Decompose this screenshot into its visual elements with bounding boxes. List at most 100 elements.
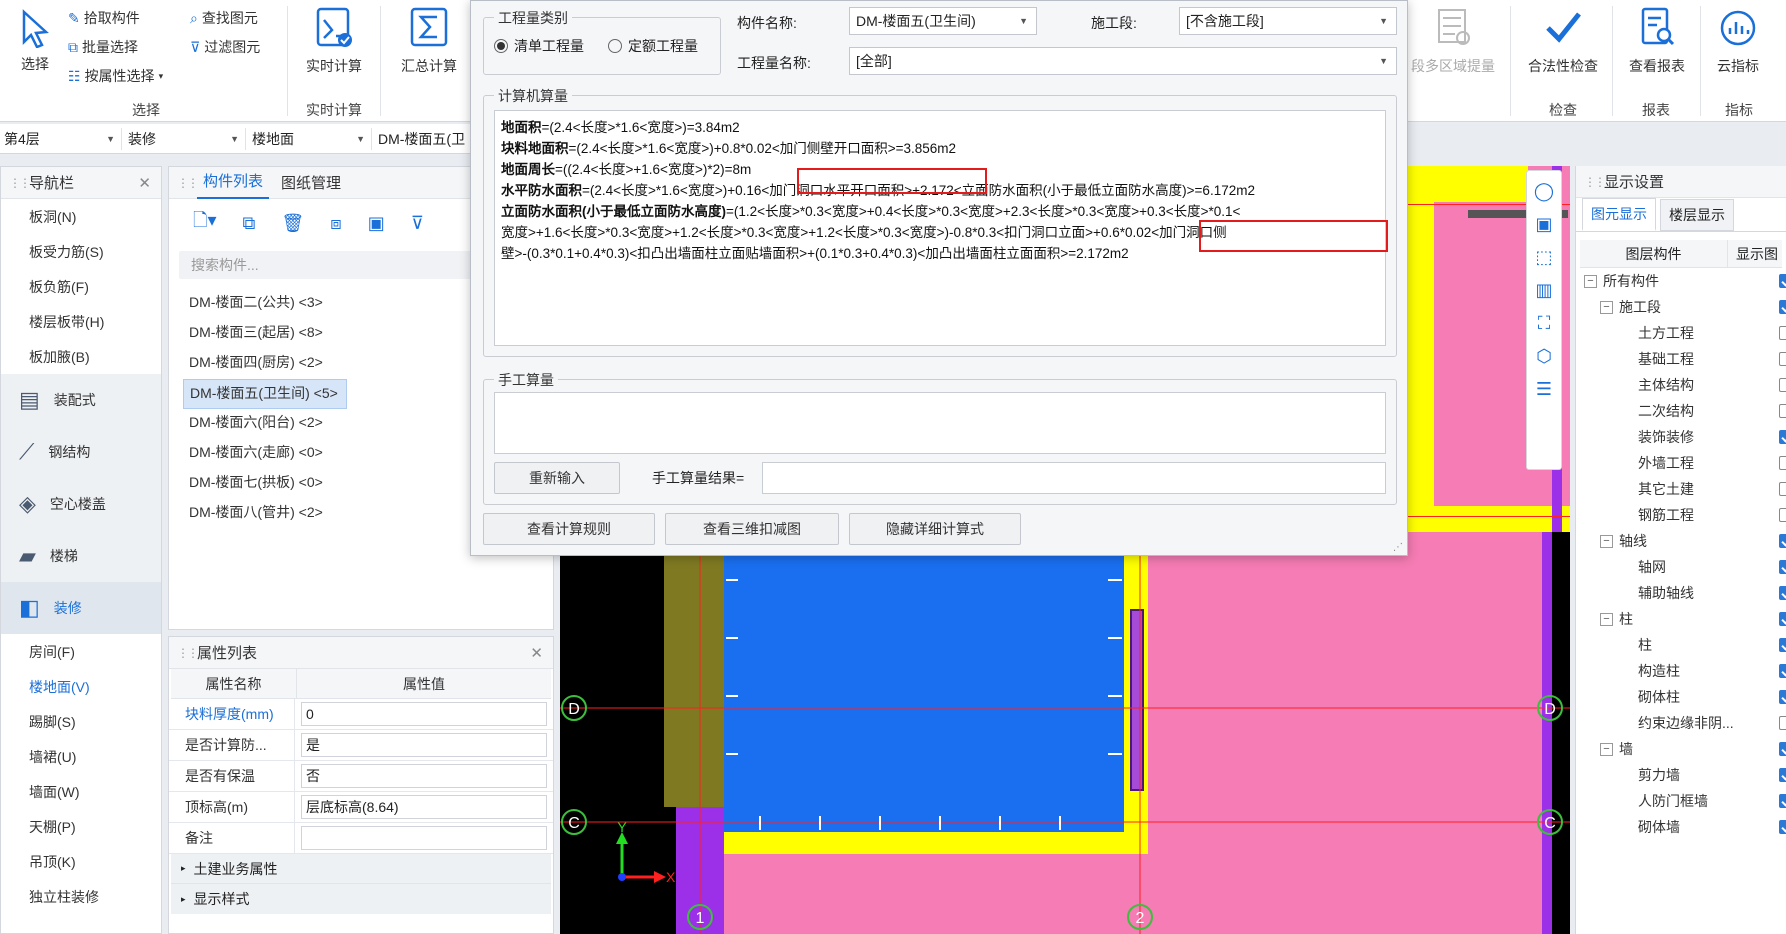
nav-item[interactable]: 吊顶(K) [1, 844, 161, 879]
cloud-index-button[interactable]: 云指标 [1706, 6, 1770, 76]
copy-floor-icon[interactable]: ⧈ [330, 213, 341, 234]
delete-icon[interactable]: 🗑 [281, 213, 304, 234]
tab-drawing-manage[interactable]: 图纸管理 [269, 172, 353, 193]
cube-solid-icon[interactable]: ▥ [1535, 280, 1552, 301]
floor-dropdown[interactable]: 第4层 ▼ [0, 128, 122, 150]
visibility-checkbox[interactable] [1779, 742, 1786, 756]
tree-row[interactable]: − 柱 [1584, 606, 1786, 632]
visibility-checkbox[interactable] [1779, 794, 1786, 808]
orbit-icon[interactable]: ◯ [1534, 181, 1554, 202]
tree-row[interactable]: − 所有构件 [1584, 268, 1786, 294]
view-3d-deduction-button[interactable]: 查看三维扣减图 [665, 513, 839, 545]
tree-row[interactable]: 砌体柱 [1584, 684, 1786, 710]
nav-item[interactable]: 独立柱装修 [1, 879, 161, 914]
tree-row[interactable]: − 墙 [1584, 736, 1786, 762]
select-tool-button[interactable]: 选择 [10, 8, 60, 74]
visibility-checkbox[interactable] [1779, 456, 1786, 470]
qty-name-dropdown[interactable]: [全部] ▼ [849, 47, 1397, 75]
cube-view-icon[interactable]: ⬚ [1535, 247, 1552, 268]
tab-element-display[interactable]: 图元显示 [1582, 198, 1656, 231]
grip-icon[interactable]: ⋮⋮ [1584, 175, 1606, 189]
collapse-icon[interactable]: − [1600, 742, 1613, 756]
nav-item[interactable]: 墙面(W) [1, 774, 161, 809]
visibility-checkbox[interactable] [1779, 612, 1786, 626]
visibility-checkbox[interactable] [1779, 404, 1786, 418]
visibility-checkbox[interactable] [1779, 690, 1786, 704]
tree-row[interactable]: 人防门框墙 [1584, 788, 1786, 814]
list-view-icon[interactable]: ☰ [1536, 379, 1552, 400]
tree-row[interactable]: 二次结构 [1584, 398, 1786, 424]
view-3d-icon[interactable]: ▣ [1535, 214, 1552, 235]
grip-icon[interactable]: ⋮⋮ [177, 176, 199, 190]
category-dropdown[interactable]: 装修 ▼ [124, 128, 246, 150]
tab-floor-display[interactable]: 楼层显示 [1660, 199, 1734, 231]
visibility-checkbox[interactable] [1779, 378, 1786, 392]
filter-icon[interactable]: ⊽ [411, 213, 424, 234]
view-calc-rules-button[interactable]: 查看计算规则 [483, 513, 655, 545]
component-name-dropdown[interactable]: DM-楼面五(卫生间) ▼ [849, 7, 1037, 35]
visibility-checkbox[interactable] [1779, 638, 1786, 652]
view-report-button[interactable]: 查看报表 [1620, 6, 1694, 76]
tab-component-list[interactable]: 构件列表 [197, 167, 270, 199]
prop-value-field[interactable] [301, 826, 547, 850]
visibility-checkbox[interactable] [1779, 508, 1786, 522]
realtime-calc-button[interactable]: 实时计算 [298, 6, 370, 76]
prop-group-civil[interactable]: ▸ 土建业务属性 [171, 854, 551, 884]
nav-category-prefab[interactable]: ▤ 装配式 [1, 374, 161, 426]
nav-item[interactable]: 房间(F) [1, 634, 161, 669]
tree-row[interactable]: − 施工段 [1584, 294, 1786, 320]
close-icon[interactable]: ✕ [138, 174, 151, 192]
nav-item[interactable]: 墙裙(U) [1, 739, 161, 774]
tree-row[interactable]: 剪力墙 [1584, 762, 1786, 788]
tree-row[interactable]: 柱 [1584, 632, 1786, 658]
tree-row[interactable]: 其它土建 [1584, 476, 1786, 502]
tree-row[interactable]: 构造柱 [1584, 658, 1786, 684]
prop-value-field[interactable]: 层底标高(8.64) [301, 795, 547, 819]
tree-row[interactable]: 砌体墙 [1584, 814, 1786, 834]
prop-group-display[interactable]: ▸ 显示样式 [171, 884, 551, 914]
tree-row[interactable]: − 轴线 [1584, 528, 1786, 554]
nav-category-decoration[interactable]: ◧ 装修 [1, 582, 161, 634]
visibility-checkbox[interactable] [1779, 586, 1786, 600]
hide-formula-button[interactable]: 隐藏详细计算式 [849, 513, 1021, 545]
filter-element-button[interactable]: ⊽ 过滤图元 [190, 37, 260, 57]
tree-row[interactable]: 装饰装修 [1584, 424, 1786, 450]
fullscreen-icon[interactable]: ⛶ [1538, 313, 1551, 334]
box-select-icon[interactable]: ⬡ [1536, 346, 1552, 367]
nav-category-steel[interactable]: ⟋ 钢结构 [1, 426, 161, 478]
tree-row[interactable]: 基础工程 [1584, 346, 1786, 372]
batch-select-button[interactable]: ⧉ 批量选择 [68, 37, 138, 57]
tree-row[interactable]: 土方工程 [1584, 320, 1786, 346]
floor-plan-drawing[interactable]: D C 1 2 D C Y X [560, 532, 1570, 934]
collapse-icon[interactable]: − [1600, 300, 1613, 314]
summary-calc-button[interactable]: 汇总计算 [393, 6, 465, 76]
nav-item[interactable]: 天棚(P) [1, 809, 161, 844]
grip-icon[interactable]: ⋮⋮ [9, 176, 31, 190]
resize-grip-icon[interactable]: ⋰ [1393, 542, 1403, 553]
tree-row[interactable]: 外墙工程 [1584, 450, 1786, 476]
manual-calc-textarea[interactable] [494, 392, 1386, 454]
component-dropdown[interactable]: DM-楼面五(卫 [374, 128, 480, 150]
visibility-checkbox[interactable] [1779, 326, 1786, 340]
nav-item[interactable]: 板受力筋(S) [1, 234, 161, 269]
visibility-checkbox[interactable] [1779, 482, 1786, 496]
visibility-checkbox[interactable] [1779, 430, 1786, 444]
visibility-checkbox[interactable] [1779, 768, 1786, 782]
tree-row[interactable]: 辅助轴线 [1584, 580, 1786, 606]
visibility-checkbox[interactable] [1779, 300, 1786, 314]
save-icon[interactable]: ▣ [368, 213, 385, 234]
tree-row[interactable]: 钢筋工程 [1584, 502, 1786, 528]
tree-row[interactable]: 约束边缘非阴... [1584, 710, 1786, 736]
nav-item-active[interactable]: 楼地面(V) [1, 669, 161, 704]
visibility-checkbox[interactable] [1779, 664, 1786, 678]
nav-item[interactable]: 板负筋(F) [1, 269, 161, 304]
drawing-canvas[interactable]: D C 1 2 D C Y X [560, 532, 1570, 934]
tree-row[interactable]: 轴网 [1584, 554, 1786, 580]
copy-icon[interactable]: ⧉ [243, 213, 256, 234]
nav-item[interactable]: 楼层板带(H) [1, 304, 161, 339]
visibility-checkbox[interactable] [1779, 274, 1786, 288]
visibility-checkbox[interactable] [1779, 560, 1786, 574]
grip-icon[interactable]: ⋮⋮ [177, 646, 199, 660]
collapse-icon[interactable]: − [1584, 274, 1597, 288]
tree-row[interactable]: 主体结构 [1584, 372, 1786, 398]
